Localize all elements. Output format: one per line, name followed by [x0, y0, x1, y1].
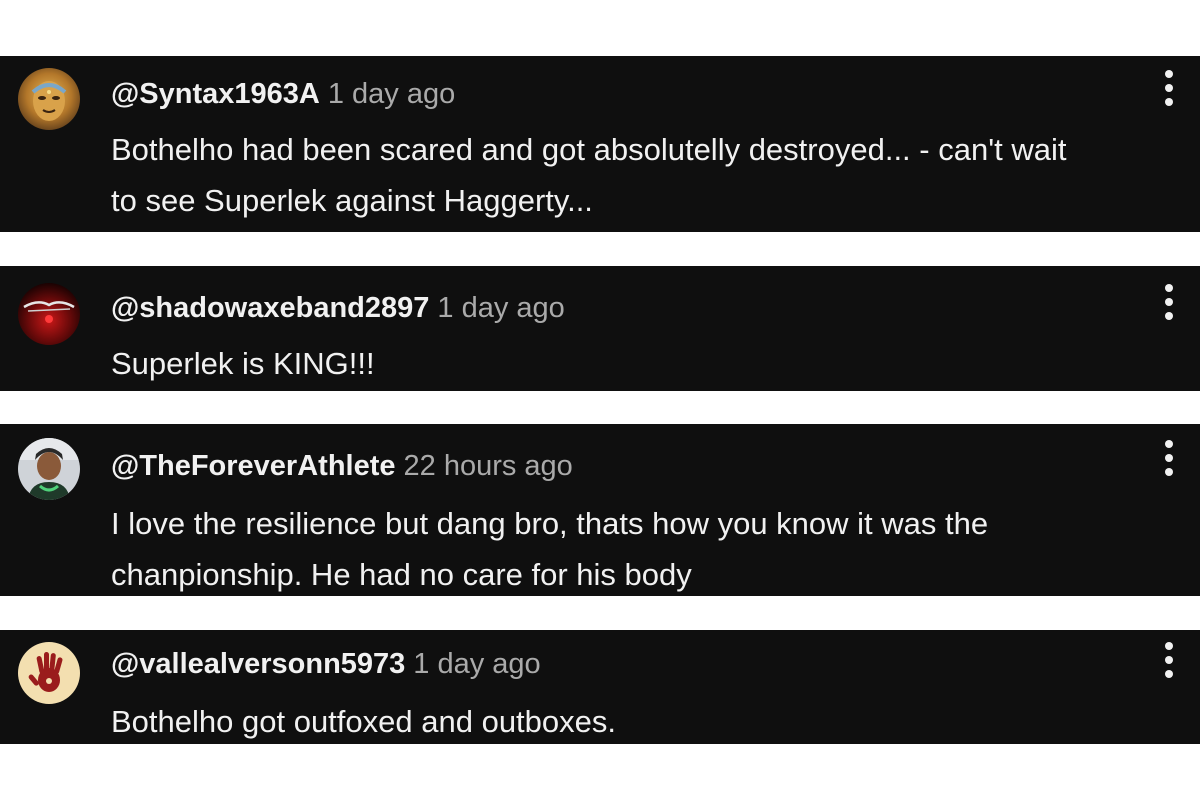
comment-author[interactable]: @shadowaxeband2897: [111, 292, 429, 324]
person-photo-avatar-icon[interactable]: [18, 438, 80, 500]
comment-text-line: Superlek is KING!!!: [111, 346, 375, 381]
comment-meta: @vallealversonn5973 1 day ago: [111, 646, 541, 682]
red-band-logo-avatar-icon[interactable]: [18, 283, 80, 345]
comment-text-line: I love the resilience but dang bro, that…: [111, 506, 989, 541]
comment-text-line: chanpionship. He had no care for his bod…: [111, 557, 692, 592]
comment-timestamp[interactable]: 22 hours ago: [404, 450, 573, 482]
comment-text: I love the resilience but dang bro, that…: [111, 498, 1186, 600]
comment-timestamp[interactable]: 1 day ago: [437, 292, 564, 324]
comment-card: @TheForeverAthlete 22 hours ago I love th…: [0, 424, 1200, 596]
comment-card: @Syntax1963A 1 day ago Bothelho had been …: [0, 56, 1200, 232]
comment-author[interactable]: @vallealversonn5973: [111, 648, 405, 680]
comment-meta: @shadowaxeband2897 1 day ago: [111, 290, 565, 326]
comment-text: Superlek is KING!!!: [111, 338, 1186, 389]
more-vertical-icon[interactable]: [1162, 642, 1176, 686]
comment-card: @vallealversonn5973 1 day ago Bothelho go…: [0, 630, 1200, 744]
comment-text: Bothelho got outfoxed and outboxes.: [111, 696, 1186, 747]
more-vertical-icon[interactable]: [1162, 284, 1176, 328]
red-handprint-avatar-icon[interactable]: [18, 642, 80, 704]
comment-meta: @TheForeverAthlete 22 hours ago: [111, 448, 573, 484]
comment-author[interactable]: @Syntax1963A: [111, 78, 320, 110]
comments-screenshot: @Syntax1963A 1 day ago Bothelho had been …: [0, 0, 1200, 800]
comment-card: @shadowaxeband2897 1 day ago Superlek is …: [0, 266, 1200, 391]
comment-author[interactable]: @TheForeverAthlete: [111, 450, 396, 482]
comment-text-line: to see Superlek against Haggerty...: [111, 183, 593, 218]
comment-meta: @Syntax1963A 1 day ago: [111, 76, 455, 112]
comment-text: Bothelho had been scared and got absolut…: [111, 124, 1186, 226]
comment-timestamp[interactable]: 1 day ago: [413, 648, 540, 680]
more-vertical-icon[interactable]: [1162, 440, 1176, 484]
comment-text-line: Bothelho had been scared and got absolut…: [111, 132, 1067, 167]
comment-timestamp[interactable]: 1 day ago: [328, 78, 455, 110]
golden-buddha-face-avatar-icon[interactable]: [18, 68, 80, 130]
more-vertical-icon[interactable]: [1162, 70, 1176, 114]
comment-text-line: Bothelho got outfoxed and outboxes.: [111, 704, 617, 739]
